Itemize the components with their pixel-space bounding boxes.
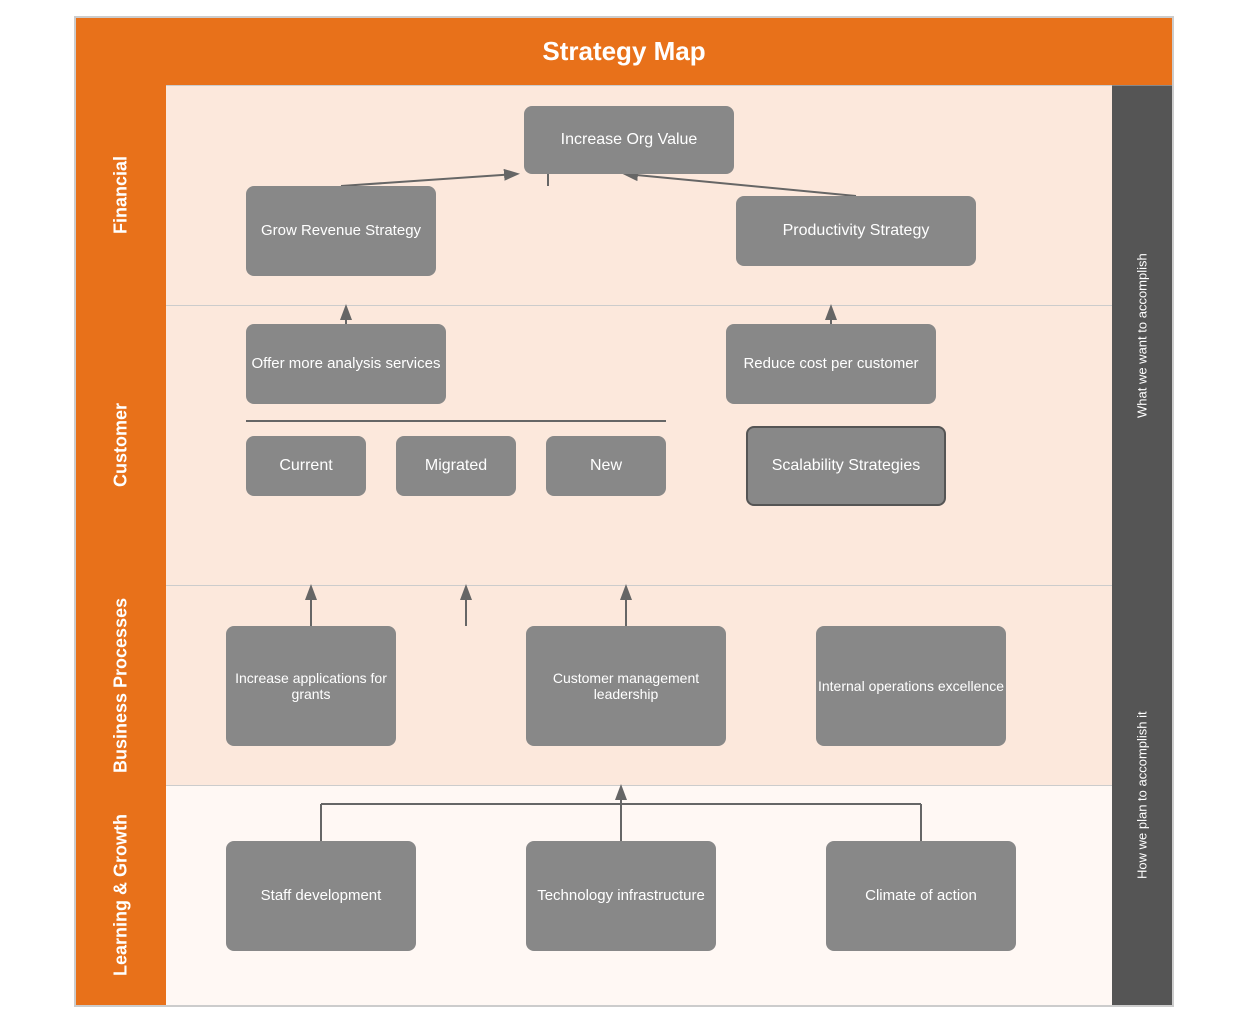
box-new[interactable]: New: [546, 436, 666, 496]
header: Strategy Map: [76, 18, 1172, 85]
right-label-top: What we want to accomplish: [1112, 85, 1172, 585]
business-label: Business Processes: [76, 585, 166, 785]
strategy-map: Strategy Map Financial Customer Business…: [74, 16, 1174, 1007]
box-grow-revenue[interactable]: Grow Revenue Strategy: [246, 186, 436, 276]
learning-section: Staff development Technology infrastruct…: [166, 785, 1112, 1005]
learning-label: Learning & Growth: [76, 785, 166, 1005]
box-increase-apps[interactable]: Increase applications for grants: [226, 626, 396, 746]
right-labels: What we want to accomplish How we plan t…: [1112, 85, 1172, 1005]
box-staff[interactable]: Staff development: [226, 841, 416, 951]
row-labels: Financial Customer Business Processes Le…: [76, 85, 166, 1005]
box-customer-mgmt[interactable]: Customer management leadership: [526, 626, 726, 746]
content-area: Increase Org Value Grow Revenue Strategy…: [166, 85, 1112, 1005]
box-internal-ops[interactable]: Internal operations excellence: [816, 626, 1006, 746]
right-label-bottom: How we plan to accomplish it: [1112, 585, 1172, 1005]
box-offer-analysis[interactable]: Offer more analysis services: [246, 324, 446, 404]
box-reduce-cost[interactable]: Reduce cost per customer: [726, 324, 936, 404]
box-scalability[interactable]: Scalability Strategies: [746, 426, 946, 506]
financial-section: Increase Org Value Grow Revenue Strategy…: [166, 85, 1112, 305]
financial-label: Financial: [76, 85, 166, 305]
header-title: Strategy Map: [94, 36, 1154, 67]
box-productivity[interactable]: Productivity Strategy: [736, 196, 976, 266]
box-climate[interactable]: Climate of action: [826, 841, 1016, 951]
box-current[interactable]: Current: [246, 436, 366, 496]
business-section: Increase applications for grants Custome…: [166, 585, 1112, 785]
box-technology[interactable]: Technology infrastructure: [526, 841, 716, 951]
box-increase-org[interactable]: Increase Org Value: [524, 106, 734, 174]
box-migrated[interactable]: Migrated: [396, 436, 516, 496]
customer-section: Offer more analysis services Reduce cost…: [166, 305, 1112, 585]
main-grid: Financial Customer Business Processes Le…: [76, 85, 1172, 1005]
customer-label: Customer: [76, 305, 166, 585]
